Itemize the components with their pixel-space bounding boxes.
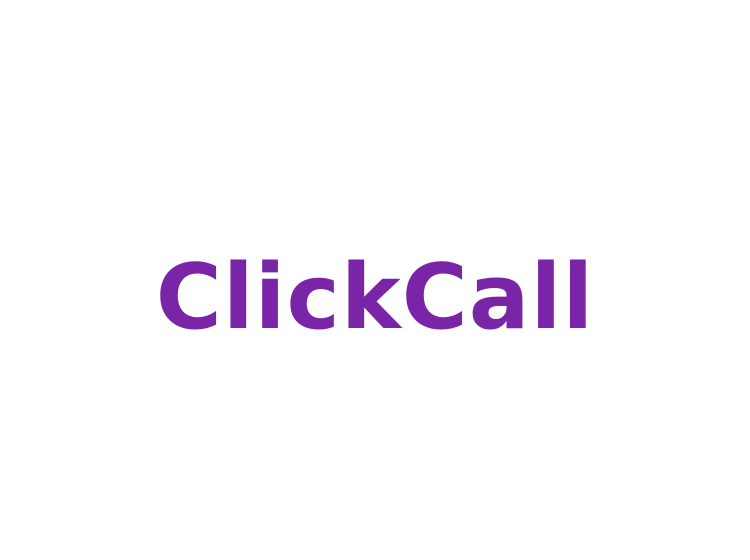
logo-canvas: ClickCall bbox=[0, 0, 750, 560]
clickcall-wordmark: ClickCall bbox=[155, 245, 595, 350]
